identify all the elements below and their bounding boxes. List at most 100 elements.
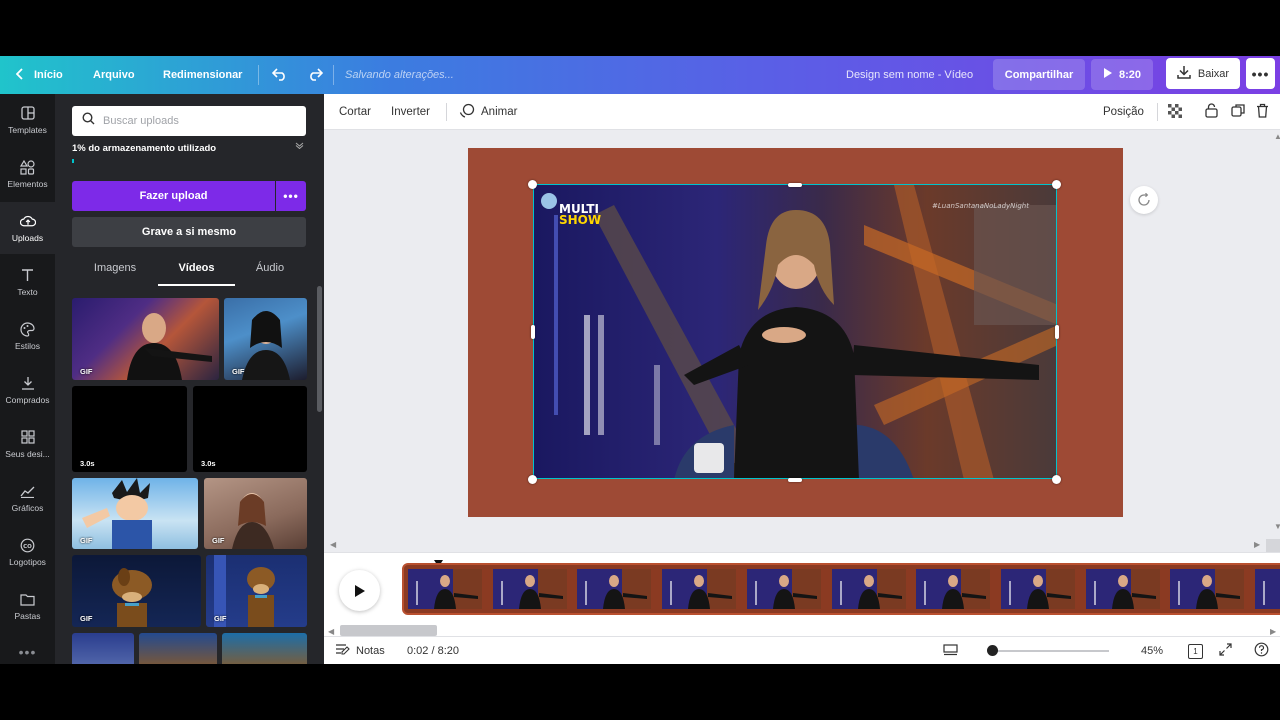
search-box[interactable] bbox=[72, 106, 306, 136]
page-count-button[interactable]: 1 bbox=[1188, 637, 1203, 664]
canva-editor: Início Arquivo Redimensionar Salvando al… bbox=[0, 56, 1280, 664]
upload-thumbnail[interactable]: GIF bbox=[206, 555, 307, 627]
rail-item-templates[interactable]: Templates bbox=[0, 94, 55, 146]
resize-handle[interactable] bbox=[788, 478, 802, 482]
share-button[interactable]: Compartilhar bbox=[993, 59, 1085, 90]
rail-item-uploads[interactable]: Uploads bbox=[0, 202, 55, 254]
palette-icon bbox=[20, 321, 36, 337]
rail-item-styles[interactable]: Estilos bbox=[0, 310, 55, 362]
scroll-up-arrow[interactable]: ▲ bbox=[1274, 132, 1280, 141]
design-page[interactable]: MULTI SHOW #LuanSantanaNoLadyNight bbox=[468, 148, 1123, 517]
crop-button[interactable]: Cortar bbox=[339, 94, 371, 130]
fullscreen-button[interactable] bbox=[1219, 637, 1232, 664]
resize-handle[interactable] bbox=[1052, 180, 1061, 189]
resize-handle[interactable] bbox=[531, 325, 535, 339]
rail-label: Pastas bbox=[14, 611, 41, 621]
resize-handle[interactable] bbox=[528, 475, 537, 484]
upload-thumbnail[interactable] bbox=[222, 633, 307, 664]
rail-item-purchased[interactable]: Comprados bbox=[0, 364, 55, 416]
resize-handle[interactable] bbox=[528, 180, 537, 189]
timeline-frame bbox=[1085, 569, 1160, 609]
undo-button[interactable] bbox=[271, 56, 288, 94]
zoom-slider-knob[interactable] bbox=[987, 645, 998, 656]
resize-handle[interactable] bbox=[788, 183, 802, 187]
divider bbox=[333, 65, 334, 85]
home-button[interactable]: Início bbox=[15, 56, 63, 94]
delete-button[interactable] bbox=[1256, 94, 1269, 130]
video-element[interactable]: MULTI SHOW #LuanSantanaNoLadyNight bbox=[533, 184, 1057, 479]
tab-videos[interactable]: Vídeos bbox=[158, 262, 235, 286]
transparency-button[interactable] bbox=[1168, 94, 1182, 130]
upload-thumbnail[interactable] bbox=[72, 633, 134, 664]
timeline-scrollbar[interactable] bbox=[340, 625, 437, 636]
upload-button[interactable]: Fazer upload bbox=[72, 181, 275, 211]
position-button[interactable]: Posição bbox=[1103, 94, 1144, 130]
lock-icon bbox=[1205, 103, 1218, 121]
file-menu[interactable]: Arquivo bbox=[93, 56, 135, 94]
chevron-down-icon[interactable] bbox=[295, 141, 304, 152]
rail-item-logos[interactable]: CO Logotipos bbox=[0, 526, 55, 578]
animate-button[interactable]: Animar bbox=[459, 94, 517, 130]
notes-button[interactable]: Notas bbox=[335, 637, 385, 664]
upload-thumbnail[interactable]: GIF bbox=[72, 555, 201, 627]
notes-label: Notas bbox=[356, 645, 385, 657]
zoom-slider-track[interactable] bbox=[991, 650, 1109, 652]
page-view-icon bbox=[943, 643, 958, 659]
upload-thumbnail[interactable]: GIF bbox=[72, 478, 198, 549]
regenerate-button[interactable] bbox=[1130, 186, 1158, 214]
chart-icon bbox=[20, 483, 36, 499]
lock-button[interactable] bbox=[1205, 94, 1218, 130]
record-yourself-button[interactable]: Grave a si mesmo bbox=[72, 217, 306, 247]
upload-thumbnail[interactable]: 3.0s bbox=[72, 386, 187, 472]
duplicate-button[interactable] bbox=[1231, 94, 1246, 130]
rail-item-folders[interactable]: Pastas bbox=[0, 580, 55, 632]
more-apps-icon[interactable]: ••• bbox=[0, 644, 55, 660]
timeline-track[interactable] bbox=[402, 563, 1280, 615]
panel-scrollbar[interactable] bbox=[317, 286, 322, 412]
rail-item-your-designs[interactable]: Seus desi... bbox=[0, 418, 55, 470]
page-view-button[interactable] bbox=[943, 637, 958, 664]
notes-icon bbox=[335, 643, 350, 659]
playhead[interactable] bbox=[434, 555, 443, 567]
resize-handle[interactable] bbox=[1055, 325, 1059, 339]
upload-thumbnail[interactable]: GIF bbox=[204, 478, 307, 549]
more-options-button[interactable]: ••• bbox=[1246, 58, 1275, 89]
upload-thumbnail[interactable]: GIF bbox=[72, 298, 219, 380]
thumb-label: GIF bbox=[80, 536, 93, 545]
scroll-left-arrow[interactable]: ◀ bbox=[328, 627, 334, 636]
timeline-frame bbox=[746, 569, 821, 609]
rail-item-elements[interactable]: Elementos bbox=[0, 148, 55, 200]
tab-audio[interactable]: Áudio bbox=[245, 262, 295, 286]
divider bbox=[446, 103, 447, 121]
tab-images[interactable]: Imagens bbox=[80, 262, 150, 286]
upload-thumbnail[interactable]: 3.0s bbox=[193, 386, 307, 472]
upload-thumbnail[interactable] bbox=[139, 633, 217, 664]
rail-item-text[interactable]: Texto bbox=[0, 256, 55, 308]
redo-button[interactable] bbox=[307, 56, 324, 94]
play-icon bbox=[1103, 67, 1113, 82]
zoom-level[interactable]: 45% bbox=[1141, 637, 1163, 664]
thumb-label: 3.0s bbox=[201, 459, 216, 468]
cloud-upload-icon bbox=[19, 213, 36, 229]
playback-time: 0:02 / 8:20 bbox=[407, 645, 459, 657]
download-button[interactable]: Baixar bbox=[1166, 58, 1240, 89]
help-button[interactable] bbox=[1254, 637, 1269, 664]
search-input[interactable] bbox=[103, 115, 293, 127]
upload-thumbnail[interactable]: GIF bbox=[224, 298, 307, 380]
transparency-icon bbox=[1168, 103, 1182, 121]
svg-text:CO: CO bbox=[23, 543, 32, 549]
timeline-play-button[interactable] bbox=[339, 570, 380, 611]
top-bar: Início Arquivo Redimensionar Salvando al… bbox=[0, 56, 1280, 94]
scroll-right-arrow[interactable]: ▶ bbox=[1254, 540, 1260, 549]
design-name[interactable]: Design sem nome - Vídeo bbox=[846, 56, 973, 94]
page-count: 1 bbox=[1188, 643, 1203, 659]
scroll-down-arrow[interactable]: ▼ bbox=[1274, 522, 1280, 531]
upload-options-button[interactable]: ••• bbox=[276, 181, 306, 211]
flip-button[interactable]: Inverter bbox=[391, 94, 430, 130]
resize-handle[interactable] bbox=[1052, 475, 1061, 484]
scroll-left-arrow[interactable]: ◀ bbox=[330, 540, 336, 549]
scroll-right-arrow[interactable]: ▶ bbox=[1270, 627, 1276, 636]
rail-item-charts[interactable]: Gráficos bbox=[0, 472, 55, 524]
resize-button[interactable]: Redimensionar bbox=[163, 56, 242, 94]
present-button[interactable]: 8:20 bbox=[1091, 59, 1153, 90]
